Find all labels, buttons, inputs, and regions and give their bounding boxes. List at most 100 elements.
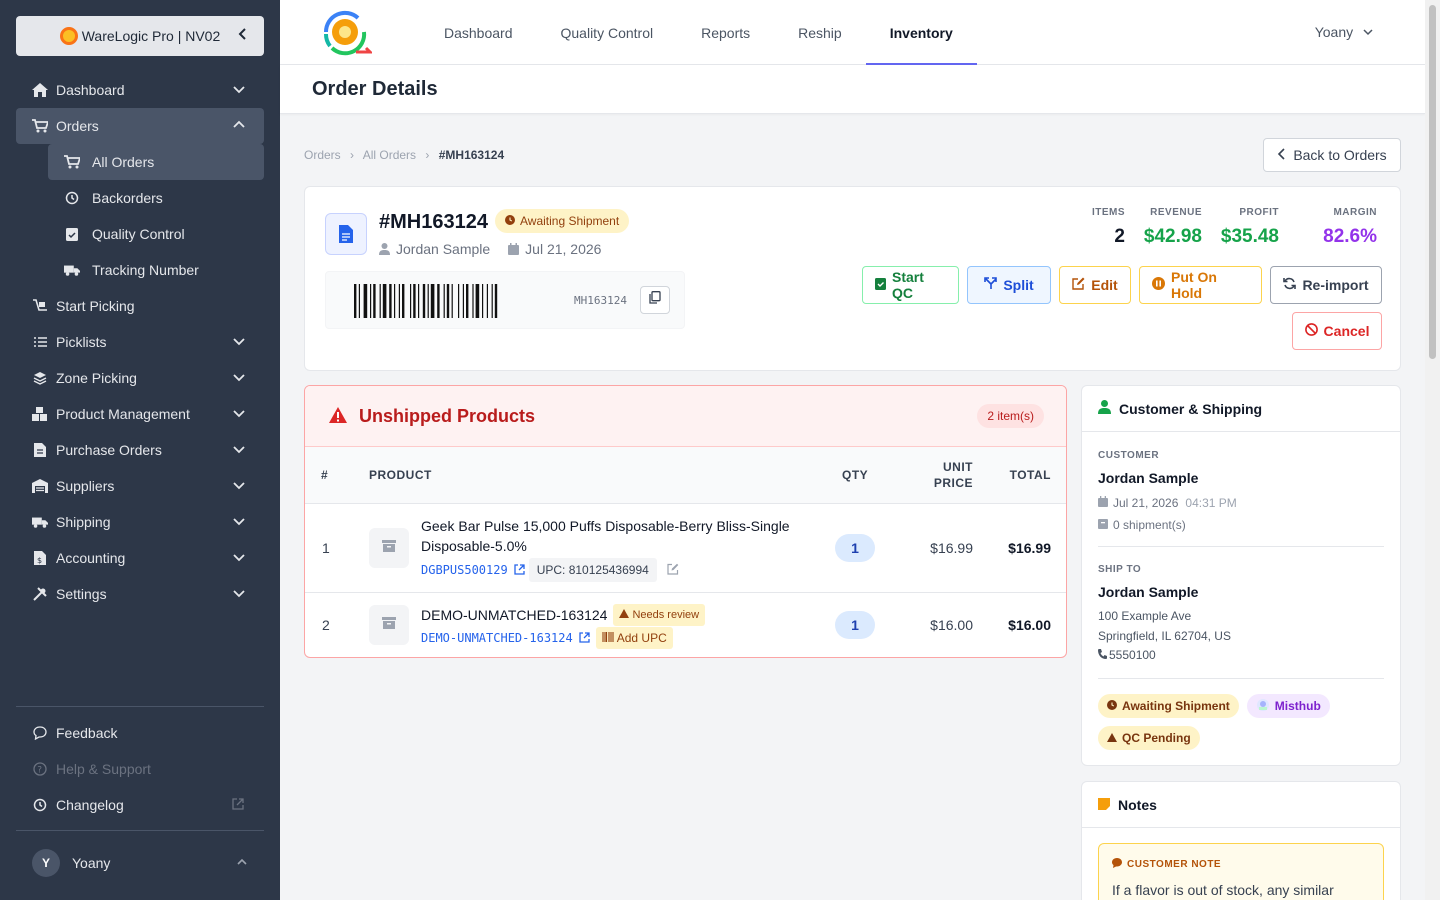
- collapse-sidebar-icon[interactable]: [236, 27, 250, 45]
- col-num: #: [321, 468, 329, 482]
- split-button[interactable]: Split: [967, 266, 1051, 304]
- unshipped-header: Unshipped Products 2 item(s): [305, 386, 1066, 447]
- shipment-count-text: 0 shipment(s): [1113, 518, 1186, 532]
- unit-price: $16.99: [930, 540, 973, 556]
- stat-revenue: REVENUE $42.98: [1125, 207, 1202, 248]
- user-menu[interactable]: Y Yoany: [16, 830, 264, 894]
- stat-profit: PROFIT $35.48: [1202, 207, 1279, 248]
- top-user-menu[interactable]: Yoany: [1315, 24, 1373, 40]
- tab-inventory[interactable]: Inventory: [865, 0, 977, 65]
- order-actions: Start QC Split Edit Put On Hold Re-impor…: [860, 266, 1382, 350]
- chevron-up-icon: [232, 118, 248, 134]
- warning-icon: [1107, 731, 1117, 745]
- qty-pill: 1: [835, 534, 875, 562]
- tab-quality-control[interactable]: Quality Control: [537, 0, 678, 65]
- barcode-text: MH163124: [574, 294, 627, 307]
- sidebar-item-tracking-number[interactable]: Tracking Number: [48, 252, 264, 288]
- stat-label: MARGIN: [1333, 207, 1377, 218]
- svg-text:$: $: [37, 556, 42, 565]
- product-sku-link[interactable]: DGBPUS500129: [421, 560, 508, 580]
- tab-dashboard[interactable]: Dashboard: [420, 0, 537, 65]
- tab-reship[interactable]: Reship: [774, 0, 866, 65]
- calendar-icon: [508, 243, 520, 255]
- barcode-bar: [430, 284, 435, 318]
- barcode-bar: [458, 284, 460, 318]
- edit-upc-icon[interactable]: [667, 560, 679, 580]
- put-on-hold-button[interactable]: Put On Hold: [1139, 266, 1262, 304]
- sidebar-footer: Feedback ? Help & Support Changelog: [16, 706, 264, 823]
- edit-button[interactable]: Edit: [1059, 266, 1131, 304]
- store-logo-icon: [1256, 698, 1270, 715]
- reimport-button[interactable]: Re-import: [1270, 266, 1382, 304]
- product-sku-link[interactable]: DEMO-UNMATCHED-163124: [421, 628, 573, 648]
- sidebar-item-accounting[interactable]: $ Accounting: [16, 540, 264, 576]
- customer-note-label: CUSTOMER NOTE: [1112, 858, 1221, 871]
- order-customer-name: Jordan Sample: [396, 241, 491, 257]
- sidebar-item-suppliers[interactable]: Suppliers: [16, 468, 264, 504]
- app-logo-icon[interactable]: [318, 6, 374, 58]
- clipboard-check-icon: [64, 226, 80, 242]
- sidebar-item-picklists[interactable]: Picklists: [16, 324, 264, 360]
- chevron-down-icon: [232, 478, 248, 494]
- cart-icon: [32, 118, 48, 134]
- edit-icon: [1072, 277, 1085, 293]
- barcode-bar: [413, 284, 416, 318]
- sidebar-item-feedback[interactable]: Feedback: [16, 715, 264, 751]
- phone-icon: [1098, 648, 1107, 662]
- sidebar-item-help[interactable]: ? Help & Support: [16, 751, 264, 787]
- back-to-orders-button[interactable]: Back to Orders: [1263, 138, 1401, 172]
- tab-reports[interactable]: Reports: [677, 0, 774, 65]
- sidebar-item-purchase-orders[interactable]: Purchase Orders: [16, 432, 264, 468]
- sidebar-item-backorders[interactable]: Backorders: [48, 180, 264, 216]
- unit-price: $16.00: [930, 617, 973, 633]
- order-stats: ITEMS 2 REVENUE $42.98 PROFIT $35.48 MAR…: [1089, 207, 1377, 248]
- cancel-order-button[interactable]: Cancel: [1292, 312, 1382, 350]
- sidebar-item-orders[interactable]: Orders: [16, 108, 264, 144]
- barcode-bar: [446, 284, 450, 318]
- breadcrumb: Orders › All Orders › #MH163124: [304, 148, 504, 162]
- sidebar-item-settings[interactable]: Settings: [16, 576, 264, 612]
- sidebar-item-shipping[interactable]: Shipping: [16, 504, 264, 540]
- external-link-icon[interactable]: [514, 560, 525, 580]
- chevron-down-icon: [232, 334, 248, 350]
- store-switcher[interactable]: WareLogic Pro | NV02: [16, 16, 264, 56]
- col-unit-price: UNIT PRICE: [934, 460, 973, 490]
- copy-barcode-button[interactable]: [640, 286, 670, 314]
- order-date-value: Jul 21, 2026: [1113, 496, 1179, 510]
- ship-to-name: Jordan Sample: [1098, 584, 1199, 600]
- cart-icon: [64, 154, 80, 170]
- divider: [1098, 678, 1384, 679]
- barcode-bar: [462, 284, 464, 318]
- barcode-bar: [389, 284, 392, 318]
- shipment-count: 0 shipment(s): [1098, 518, 1186, 532]
- user-name: Yoany: [72, 854, 111, 871]
- sidebar-item-all-orders[interactable]: All Orders: [48, 144, 264, 180]
- chevron-down-icon: [232, 442, 248, 458]
- breadcrumb-all-orders[interactable]: All Orders: [363, 148, 416, 162]
- sidebar-item-zone-picking[interactable]: Zone Picking: [16, 360, 264, 396]
- add-upc-button[interactable]: Add UPC: [595, 627, 673, 649]
- start-qc-button[interactable]: Start QC: [862, 266, 959, 304]
- sidebar-item-label: Shipping: [56, 514, 111, 530]
- customer-note: CUSTOMER NOTE If a flavor is out of stoc…: [1098, 843, 1384, 900]
- breadcrumb-orders[interactable]: Orders: [304, 148, 341, 162]
- sidebar-item-label: Suppliers: [56, 478, 115, 494]
- sidebar-item-dashboard[interactable]: Dashboard: [16, 72, 264, 108]
- sidebar-item-start-picking[interactable]: Start Picking: [16, 288, 264, 324]
- user-icon: [379, 243, 390, 255]
- scrollbar-thumb[interactable]: [1429, 5, 1436, 359]
- avatar: Y: [32, 848, 60, 877]
- clock-icon: [505, 214, 515, 228]
- stat-value: $42.98: [1143, 226, 1202, 247]
- sidebar-item-product-management[interactable]: Product Management: [16, 396, 264, 432]
- history-icon: [32, 797, 48, 813]
- external-link-icon[interactable]: [579, 628, 590, 648]
- phone: 5550100: [1098, 648, 1156, 662]
- row-number: 2: [322, 617, 330, 633]
- sidebar-item-quality-control[interactable]: Quality Control: [48, 216, 264, 252]
- brand-name: WareLogic Pro | NV02: [81, 28, 221, 44]
- file-invoice-icon: [32, 442, 48, 458]
- product-name: DEMO-UNMATCHED-163124: [421, 607, 608, 623]
- sidebar-item-changelog[interactable]: Changelog: [16, 787, 264, 823]
- back-to-orders-label: Back to Orders: [1293, 147, 1387, 163]
